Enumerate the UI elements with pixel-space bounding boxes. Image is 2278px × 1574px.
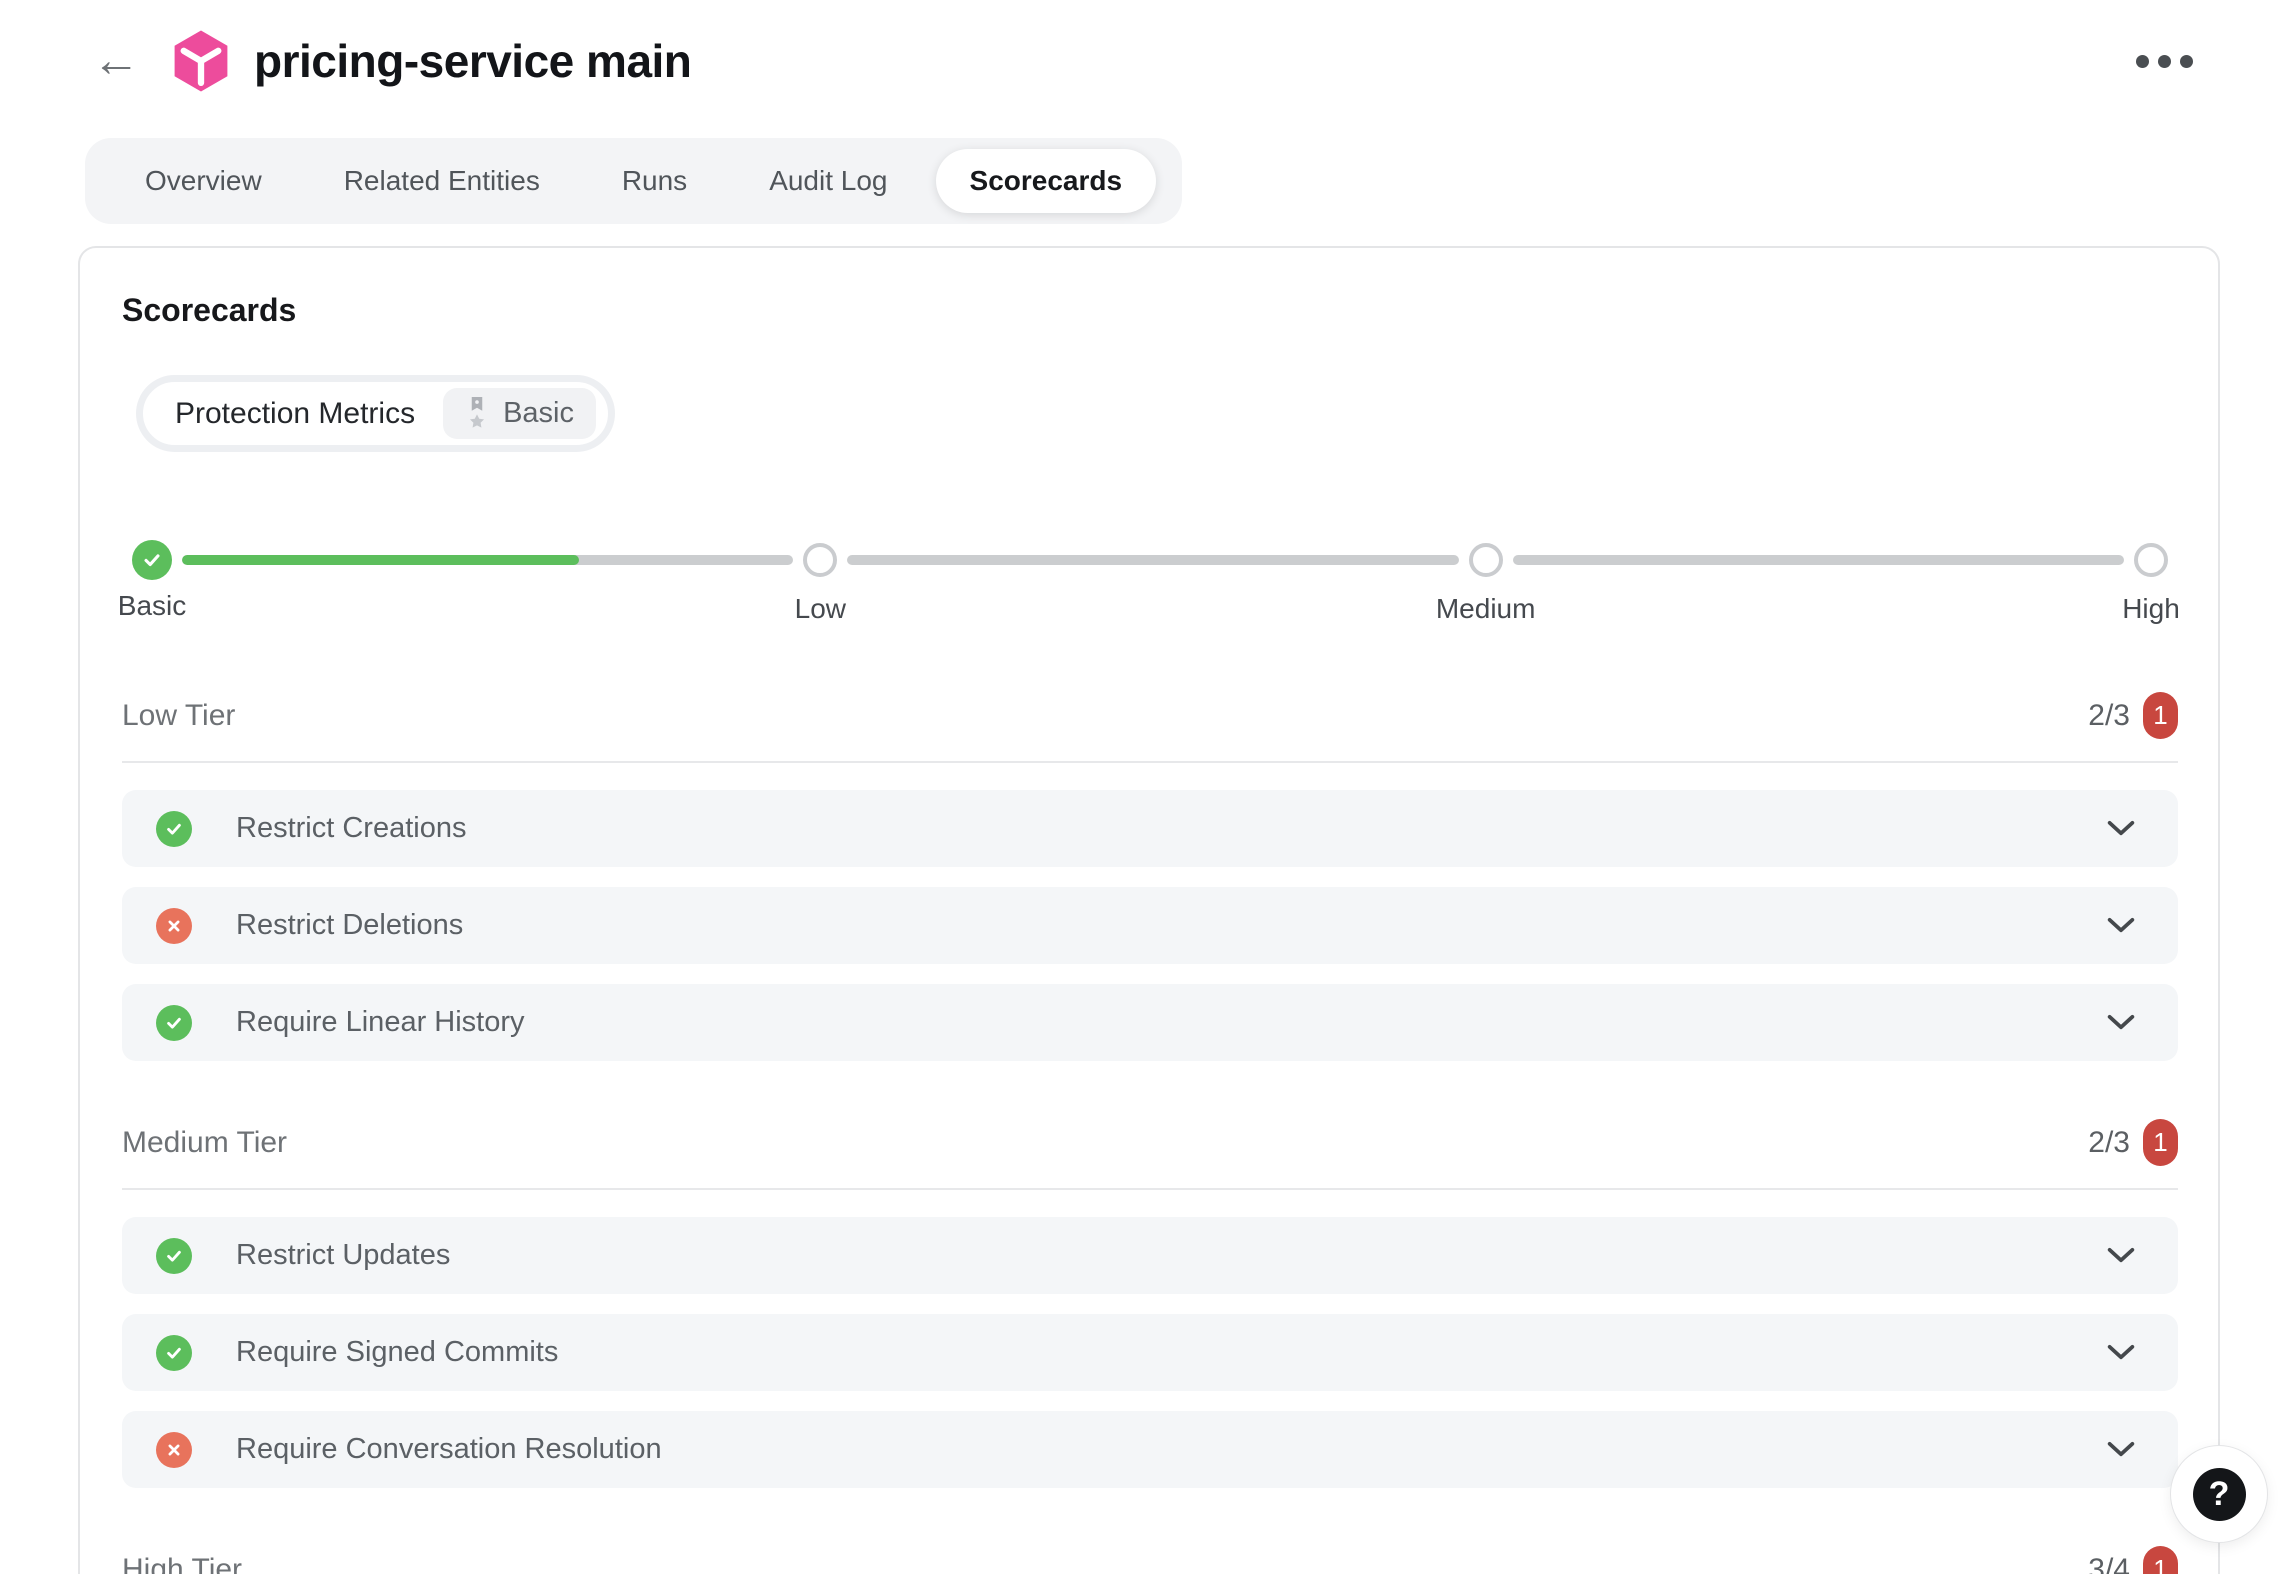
check-circle-icon [156,811,192,847]
tier-header-medium: Medium Tier 2/3 1 [122,1119,2178,1190]
rule-row[interactable]: Restrict Creations [122,790,2178,867]
help-button[interactable]: ? [2171,1446,2267,1542]
level-label: Basic [503,397,574,430]
step-node-pending-icon [803,543,837,577]
check-circle-icon [156,1335,192,1371]
tier-rules-medium: Restrict Updates Require Signed Commits … [122,1217,2178,1488]
scorecards-panel: Scorecards Protection Metrics Basic Basi… [78,246,2220,1574]
tier-header-high: High Tier 3/4 1 [122,1546,2178,1574]
tier-name: Medium Tier [122,1126,287,1160]
failed-count-badge: 1 [2143,1546,2178,1574]
step-basic: Basic [132,540,172,580]
step-label: Basic [118,590,186,622]
stepper-bar [182,555,793,565]
rule-row[interactable]: Require Signed Commits [122,1314,2178,1391]
tier-score: 3/4 [2088,1553,2130,1574]
rule-label: Restrict Deletions [236,909,463,942]
chevron-down-icon[interactable] [2098,1336,2144,1369]
level-badge: Basic [443,388,596,439]
tier-score: 2/3 [2088,1126,2130,1160]
rule-label: Require Signed Commits [236,1336,558,1369]
x-circle-icon [156,1432,192,1468]
question-mark-icon: ? [2193,1468,2246,1521]
tier-header-low: Low Tier 2/3 1 [122,692,2178,763]
chevron-down-icon[interactable] [2098,1006,2144,1039]
rule-row[interactable]: Require Linear History [122,984,2178,1061]
step-node-complete-icon [132,540,172,580]
rule-row[interactable]: Require Conversation Resolution [122,1411,2178,1488]
tab-runs[interactable]: Runs [588,149,721,213]
step-label: High [2122,593,2180,625]
back-arrow-icon[interactable]: ← [92,37,140,85]
more-options-icon[interactable] [2126,45,2203,78]
failed-count-badge: 1 [2143,692,2178,739]
rule-label: Restrict Creations [236,812,466,845]
rule-row[interactable]: Restrict Updates [122,1217,2178,1294]
check-circle-icon [156,1005,192,1041]
check-circle-icon [156,1238,192,1274]
tab-scorecards[interactable]: Scorecards [936,149,1157,213]
tab-overview[interactable]: Overview [111,149,296,213]
chevron-down-icon[interactable] [2098,812,2144,845]
rule-row[interactable]: Restrict Deletions [122,887,2178,964]
step-label: Medium [1436,593,1536,625]
stepper-bar [847,555,1458,565]
failed-count-badge: 1 [2143,1119,2178,1166]
step-medium: Medium [1469,543,1503,577]
panel-heading: Scorecards [122,292,2178,329]
level-stepper: Basic Low Medium High [132,540,2168,644]
chevron-down-icon[interactable] [2098,1433,2144,1466]
rule-label: Require Linear History [236,1006,525,1039]
tier-rules-low: Restrict Creations Restrict Deletions Re… [122,790,2178,1061]
scorecard-selector[interactable]: Protection Metrics Basic [136,375,615,452]
tab-related-entities[interactable]: Related Entities [310,149,574,213]
tier-name: Low Tier [122,699,235,733]
medal-icon [465,397,489,430]
tier-name: High Tier [122,1553,242,1574]
stepper-bar [1513,555,2124,565]
scorecard-name: Protection Metrics [175,397,415,431]
step-label: Low [795,593,846,625]
step-node-pending-icon [2134,543,2168,577]
step-node-pending-icon [1469,543,1503,577]
rule-label: Restrict Updates [236,1239,450,1272]
step-low: Low [803,543,837,577]
x-circle-icon [156,908,192,944]
page-header: ← pricing-service main [0,0,2278,96]
tab-audit-log[interactable]: Audit Log [735,149,921,213]
step-high: High [2134,543,2168,577]
rule-label: Require Conversation Resolution [236,1433,662,1466]
chevron-down-icon[interactable] [2098,1239,2144,1272]
chevron-down-icon[interactable] [2098,909,2144,942]
service-cube-icon [170,28,232,94]
tab-bar: Overview Related Entities Runs Audit Log… [85,138,1182,224]
tier-score: 2/3 [2088,699,2130,733]
page-title: pricing-service main [254,34,691,88]
